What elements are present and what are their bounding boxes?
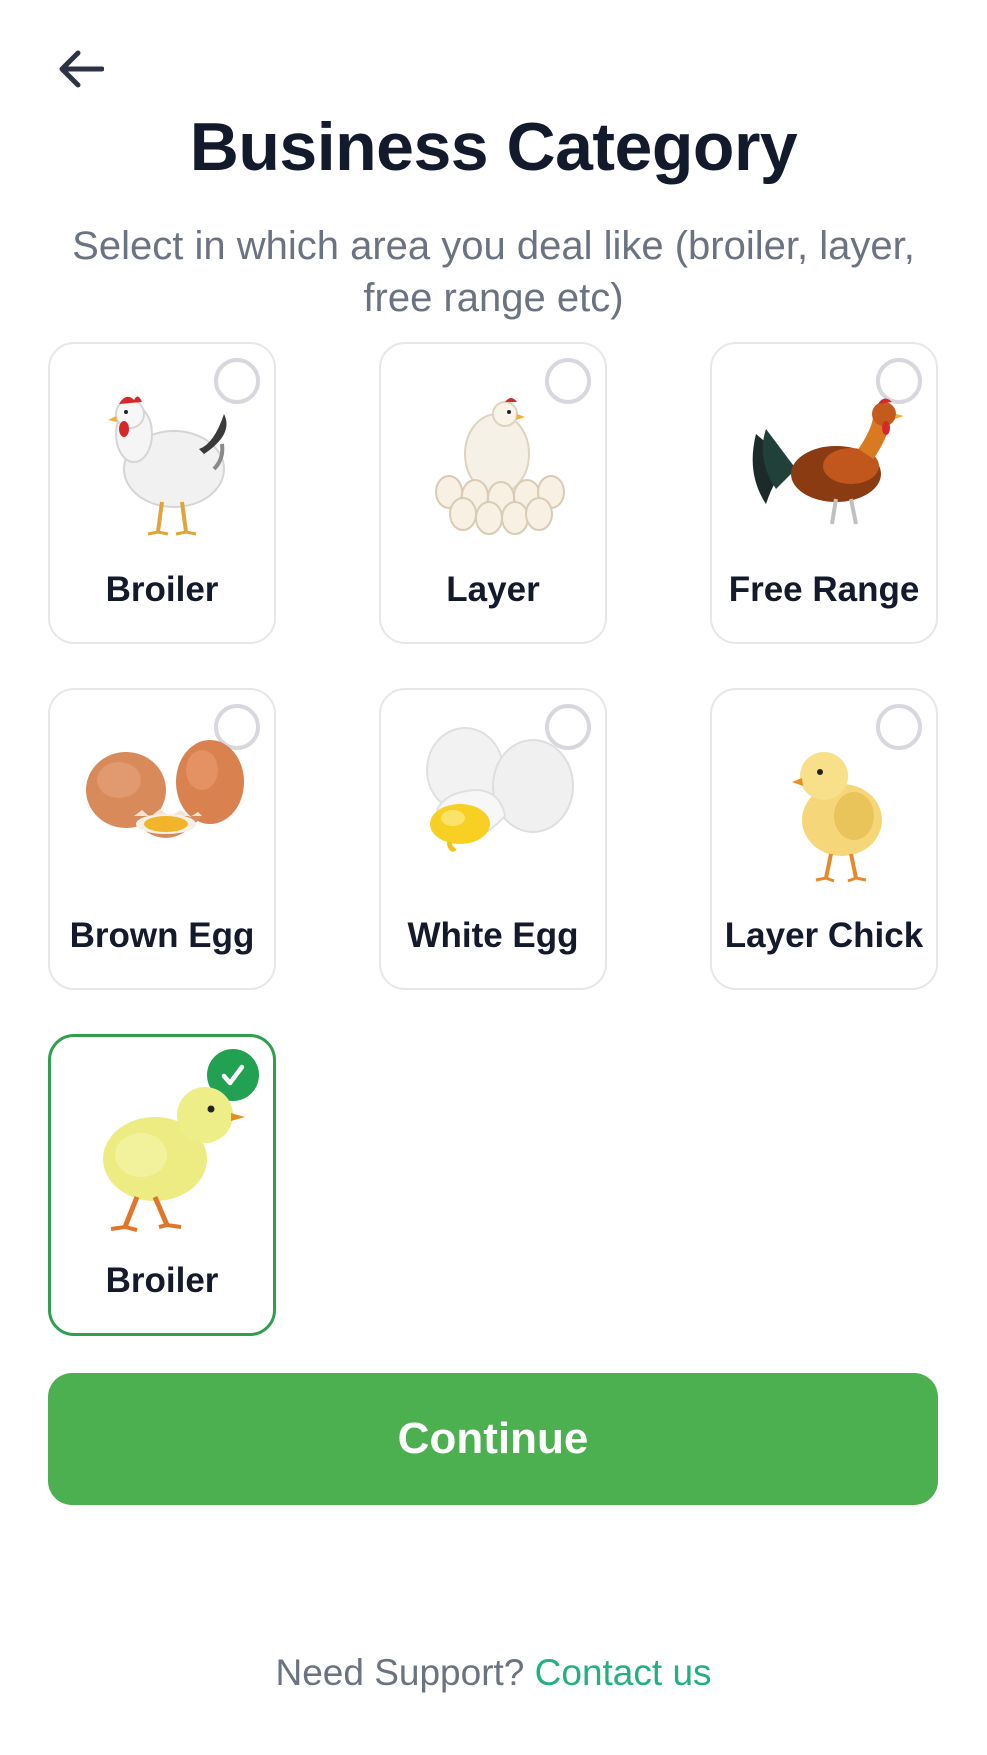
white-hen-image <box>108 396 227 536</box>
continue-button[interactable]: Continue <box>48 1373 938 1505</box>
brown-eggs-image <box>86 740 244 838</box>
category-label: Layer Chick <box>724 916 924 955</box>
support-footer: Need Support? Contact us <box>0 1652 987 1694</box>
category-card-brown-egg[interactable]: Brown Egg <box>48 688 276 990</box>
category-card-broiler[interactable]: Broiler <box>48 342 276 644</box>
category-label: Free Range <box>728 570 920 609</box>
page-title: Business Category <box>189 109 798 185</box>
category-card-broiler-chick[interactable]: Broiler <box>48 1034 276 1336</box>
page-subtitle: Select in which area you deal like (broi… <box>72 224 915 320</box>
support-text: Need Support? <box>275 1652 525 1693</box>
back-button[interactable] <box>56 44 106 94</box>
category-label: White Egg <box>407 916 579 955</box>
category-card-free-range[interactable]: Free Range <box>710 342 938 644</box>
white-eggs-image <box>426 727 574 852</box>
category-label: Layer <box>446 570 540 609</box>
category-label: Broiler <box>105 1261 219 1300</box>
contact-us-link[interactable]: Contact us <box>535 1652 712 1693</box>
hen-with-eggs-image <box>435 398 565 535</box>
category-card-white-egg[interactable]: White Egg <box>379 688 607 990</box>
category-label: Brown Egg <box>69 916 255 955</box>
category-card-layer[interactable]: Layer <box>379 342 607 644</box>
broiler-chick-image <box>103 1087 245 1232</box>
category-card-layer-chick[interactable]: Layer Chick <box>710 688 938 990</box>
rooster-image <box>752 398 904 525</box>
arrow-left-icon <box>59 50 104 88</box>
layer-chick-image <box>792 752 882 883</box>
category-label: Broiler <box>105 570 219 609</box>
